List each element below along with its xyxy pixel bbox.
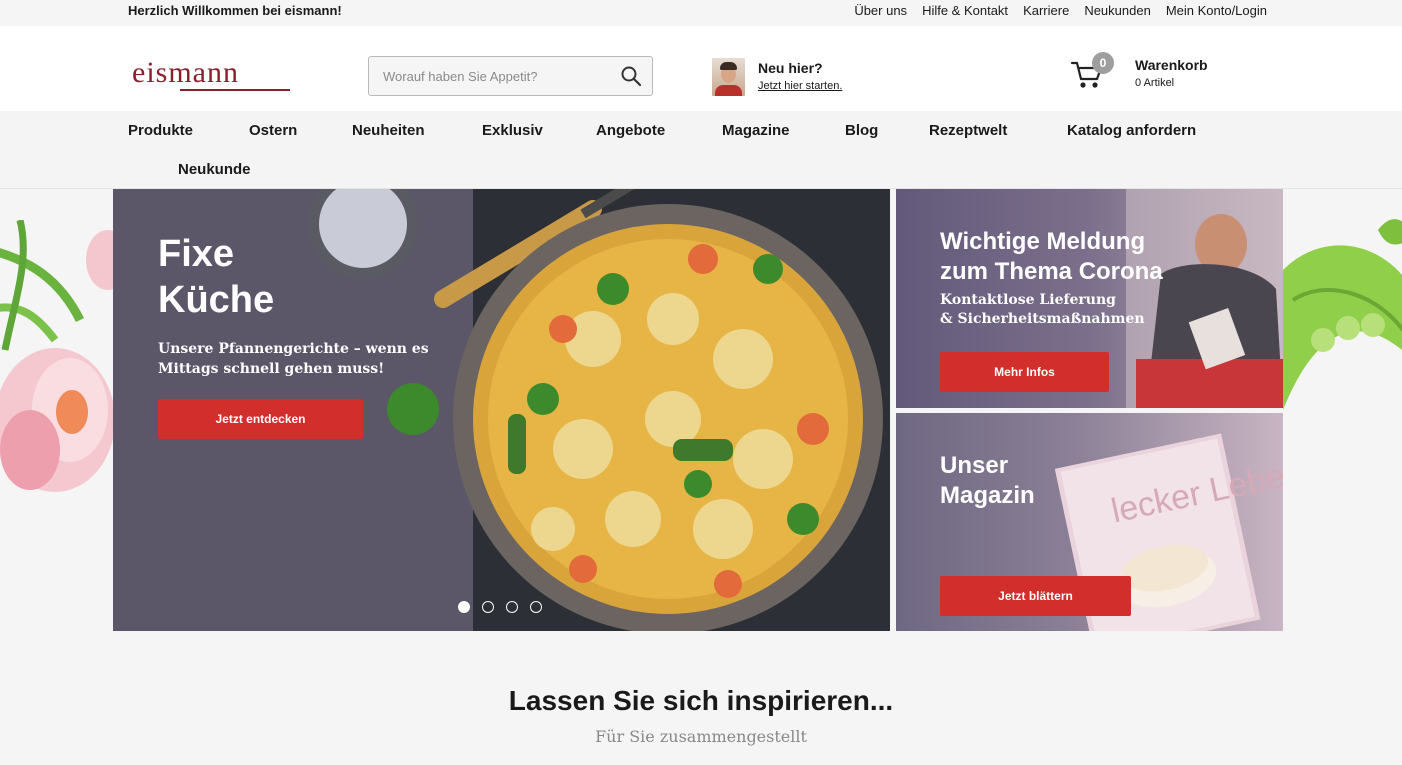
top-link-help[interactable]: Hilfe & Kontakt	[922, 3, 1008, 18]
nav-item-neukunde[interactable]: Neukunde	[178, 161, 251, 178]
corona-card-title: Wichtige Meldung zum Thema Corona	[940, 228, 1163, 285]
inspiration-title: Lassen Sie sich inspirieren...	[508, 685, 894, 716]
cart-count-badge: 0	[1092, 52, 1114, 74]
magazine-card: lecker Leben Unser Magazin Jetzt blätter…	[896, 413, 1283, 631]
slider-dots	[458, 601, 542, 613]
main-navigation: Produkte Ostern Neuheiten Exklusiv Angeb…	[0, 111, 1402, 189]
inspiration-section: Lassen Sie sich inspirieren... Für Sie z…	[0, 685, 1402, 746]
tulip-decoration-image	[0, 220, 113, 492]
top-link-about[interactable]: Über uns	[854, 3, 907, 18]
cart-title[interactable]: Warenkorb	[1135, 57, 1208, 73]
top-link-career[interactable]: Karriere	[1023, 3, 1069, 18]
slider-dot-3[interactable]	[506, 601, 518, 613]
nav-item-blog[interactable]: Blog	[845, 122, 878, 139]
nav-item-magazine[interactable]: Magazine	[722, 122, 790, 139]
slider-dot-1[interactable]	[458, 601, 470, 613]
cart-item-count: 0 Artikel	[1135, 77, 1175, 89]
magazine-card-title: Unser Magazin	[940, 452, 1035, 509]
hero-slider: Fixe Küche Unsere Pfannengerichte – wenn…	[113, 189, 890, 631]
new-here-title: Neu hier?	[758, 60, 823, 76]
top-link-new-customers[interactable]: Neukunden	[1084, 3, 1151, 18]
nav-item-katalog-anfordern[interactable]: Katalog anfordern	[1067, 122, 1196, 139]
nav-item-rezeptwelt[interactable]: Rezeptwelt	[929, 122, 1007, 139]
welcome-text: Herzlich Willkommen bei eismann!	[128, 3, 342, 18]
hero-title: Fixe Küche	[158, 233, 275, 321]
logo-wordmark: eismann	[132, 56, 239, 89]
top-bar: Herzlich Willkommen bei eismann! Über un…	[0, 0, 1402, 26]
top-links: Über uns Hilfe & Kontakt Karriere Neukun…	[854, 3, 1267, 18]
more-info-button[interactable]: Mehr Infos	[940, 352, 1109, 392]
top-link-account-login[interactable]: Mein Konto/Login	[1166, 3, 1267, 18]
hero-discover-button[interactable]: Jetzt entdecken	[158, 399, 363, 439]
avatar	[712, 58, 745, 96]
corona-info-card: Wichtige Meldung zum Thema Corona Kontak…	[896, 189, 1283, 408]
nav-item-neuheiten[interactable]: Neuheiten	[352, 122, 425, 139]
slider-dot-4[interactable]	[530, 601, 542, 613]
search-box	[368, 56, 653, 96]
search-icon[interactable]	[620, 65, 642, 87]
browse-magazine-button[interactable]: Jetzt blättern	[940, 576, 1131, 616]
pea-pod-decoration-image	[1283, 219, 1402, 410]
eismann-logo[interactable]: eismann	[132, 58, 292, 94]
nav-item-exklusiv[interactable]: Exklusiv	[482, 122, 543, 139]
corona-card-subtitle: Kontaktlose Lieferung & Sicherheitsmaßna…	[940, 292, 1145, 327]
search-input[interactable]	[369, 57, 609, 95]
inspiration-subtitle: Für Sie zusammengestellt	[595, 727, 807, 746]
start-here-link[interactable]: Jetzt hier starten.	[758, 80, 842, 92]
hero-subtitle: Unsere Pfannengerichte – wenn es Mittags…	[158, 341, 429, 377]
header: eismann Neu hier? Jetzt hier starten. 0 …	[0, 26, 1402, 111]
slider-dot-2[interactable]	[482, 601, 494, 613]
nav-item-produkte[interactable]: Produkte	[128, 122, 193, 139]
nav-item-ostern[interactable]: Ostern	[249, 122, 297, 139]
logo-underline	[180, 89, 290, 91]
nav-item-angebote[interactable]: Angebote	[596, 122, 665, 139]
